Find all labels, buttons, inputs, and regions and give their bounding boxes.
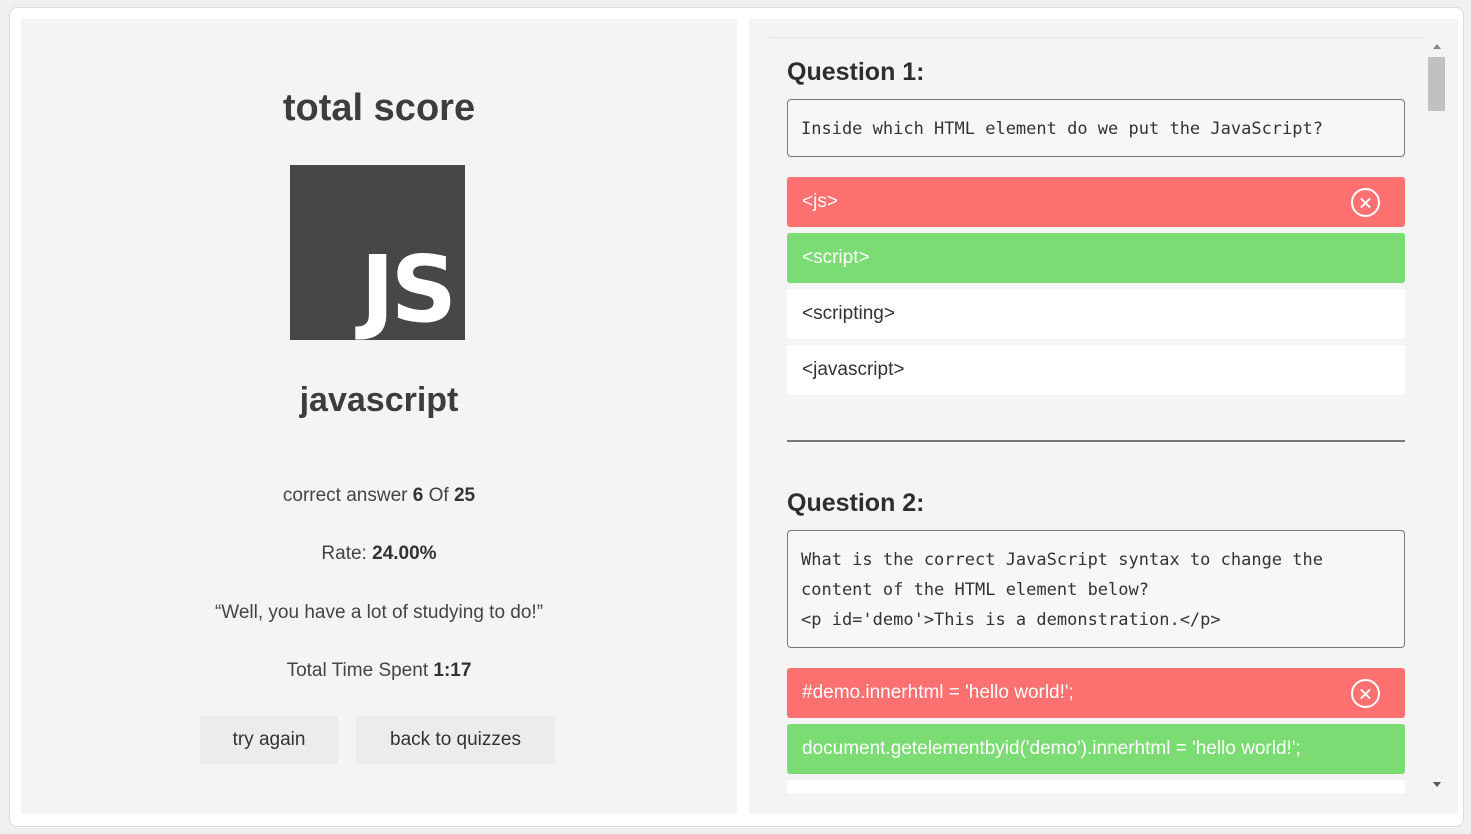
logo-text: JS	[360, 236, 457, 343]
score-title: total score	[282, 87, 476, 129]
scroll-down-arrow-icon[interactable]	[1433, 782, 1441, 787]
of-label: Of	[428, 485, 449, 506]
question-text-box: What is the correct JavaScript syntax to…	[787, 530, 1405, 648]
time-spent-label: Total Time Spent	[286, 660, 429, 681]
rate-value: 24.00%	[372, 543, 437, 564]
questions-review-list[interactable]: Question 1: Inside which HTML element do…	[769, 37, 1425, 793]
answer-label: <javascript>	[802, 359, 905, 380]
answer-option: <scripting>	[787, 289, 1405, 339]
scrollbar-thumb[interactable]	[1428, 57, 1445, 111]
answer-option-correct: <script>	[787, 233, 1405, 283]
time-spent-stat: Total Time Spent 1:17	[21, 660, 737, 682]
answer-label: <scripting>	[802, 303, 895, 324]
scroll-up-arrow-icon[interactable]	[1433, 44, 1441, 49]
question-text-box: Inside which HTML element do we put the …	[787, 99, 1405, 157]
quiz-name: javascript	[299, 381, 459, 419]
correct-answer-label: correct answer	[282, 485, 408, 506]
total-question-count: 25	[453, 485, 476, 506]
answer-option-wrong: #demo.innerhtml = 'hello world!';	[787, 668, 1405, 718]
rate-stat: Rate: 24.00%	[21, 543, 737, 565]
rate-label: Rate:	[321, 543, 367, 564]
correct-answer-count: 6	[412, 485, 424, 506]
close-circle-icon	[1351, 188, 1380, 217]
question-title: Question 2:	[787, 489, 925, 517]
close-circle-icon	[1351, 679, 1380, 708]
answer-option: <javascript>	[787, 345, 1405, 395]
answer-option	[787, 780, 1405, 793]
question-title: Question 1:	[787, 58, 925, 86]
answer-option-correct: document.getelementbyid('demo').innerhtm…	[787, 724, 1405, 774]
vertical-scrollbar[interactable]	[1428, 37, 1446, 793]
answer-label: document.getelementbyid('demo').innerhtm…	[802, 738, 1301, 759]
back-to-quizzes-button[interactable]: back to quizzes	[356, 716, 555, 764]
answer-label: <script>	[802, 247, 870, 268]
feedback-message: “Well, you have a lot of studying to do!…	[214, 602, 544, 623]
try-again-button[interactable]: try again	[200, 716, 338, 764]
correct-answer-stat: correct answer 6 Of 25	[21, 485, 737, 507]
question-divider	[787, 440, 1405, 442]
javascript-logo: JS	[290, 165, 465, 340]
time-spent-value: 1:17	[433, 660, 472, 681]
answer-label: <js>	[802, 191, 838, 212]
answer-option-wrong: <js>	[787, 177, 1405, 227]
answer-label: #demo.innerhtml = 'hello world!';	[802, 682, 1074, 703]
score-summary-panel: total score JS javascript correct answer…	[21, 19, 737, 814]
